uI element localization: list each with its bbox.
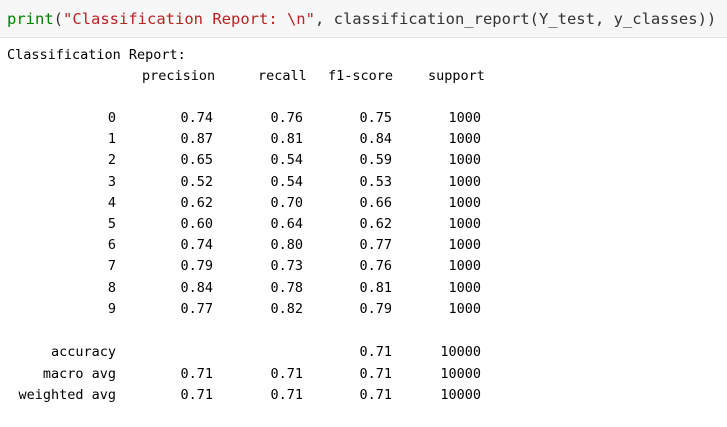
row-support: 1000 — [448, 110, 481, 126]
row-support: 1000 — [448, 131, 481, 148]
class-row: 7 0.79 0.73 0.76 1000 — [0, 257, 727, 275]
class-row: 4 0.62 0.70 0.66 1000 — [0, 194, 727, 212]
class-row: 0 0.74 0.76 0.75 1000 — [0, 109, 727, 127]
code-string-literal: "Classification Report: \n" — [63, 10, 315, 28]
code-cell[interactable]: print("Classification Report: \n", class… — [0, 0, 727, 38]
class-row: 3 0.52 0.54 0.53 1000 — [0, 173, 727, 191]
row-support: 1000 — [448, 194, 481, 211]
row-support: 1000 — [448, 279, 481, 296]
code-call-arguments: , classification_report(Y_test, y_classe… — [314, 10, 717, 28]
header-support: support — [428, 68, 485, 84]
class-row: 9 0.77 0.82 0.79 1000 — [0, 300, 727, 318]
class-row: 6 0.74 0.80 0.77 1000 — [0, 236, 727, 254]
row-support: 1000 — [448, 300, 481, 317]
row-support: 1000 — [448, 152, 481, 169]
header-recall: recall — [258, 68, 307, 84]
row-support: 1000 — [448, 237, 481, 254]
row-support: 1000 — [448, 258, 481, 275]
row-support: 10000 — [440, 365, 481, 382]
row-support: 10000 — [440, 387, 481, 403]
code-function-name: print — [7, 10, 54, 28]
summary-row: macro avg 0.71 0.71 0.71 10000 — [0, 365, 727, 383]
summary-row: weighted avg 0.71 0.71 0.71 10000 — [0, 386, 727, 404]
summary-row: accuracy 0.71 10000 — [0, 343, 727, 361]
notebook-page: print("Classification Report: \n", class… — [0, 0, 727, 427]
row-support: 1000 — [448, 216, 481, 232]
class-row: 1 0.87 0.81 0.84 1000 — [0, 130, 727, 148]
class-row: 5 0.60 0.64 0.62 1000 — [0, 215, 727, 233]
code-line[interactable]: print("Classification Report: \n", class… — [7, 9, 716, 29]
row-support: 1000 — [448, 173, 481, 190]
class-row: 2 0.65 0.54 0.59 1000 — [0, 151, 727, 169]
header-precision: precision — [142, 68, 216, 84]
output-area: Classification Report: precision recall … — [0, 38, 727, 427]
header-f1-score: f1-score — [328, 68, 394, 84]
report-title: Classification Report: — [7, 47, 186, 63]
row-support: 10000 — [440, 344, 481, 360]
class-row: 8 0.84 0.78 0.81 1000 — [0, 279, 727, 297]
code-open-paren: ( — [53, 10, 64, 28]
